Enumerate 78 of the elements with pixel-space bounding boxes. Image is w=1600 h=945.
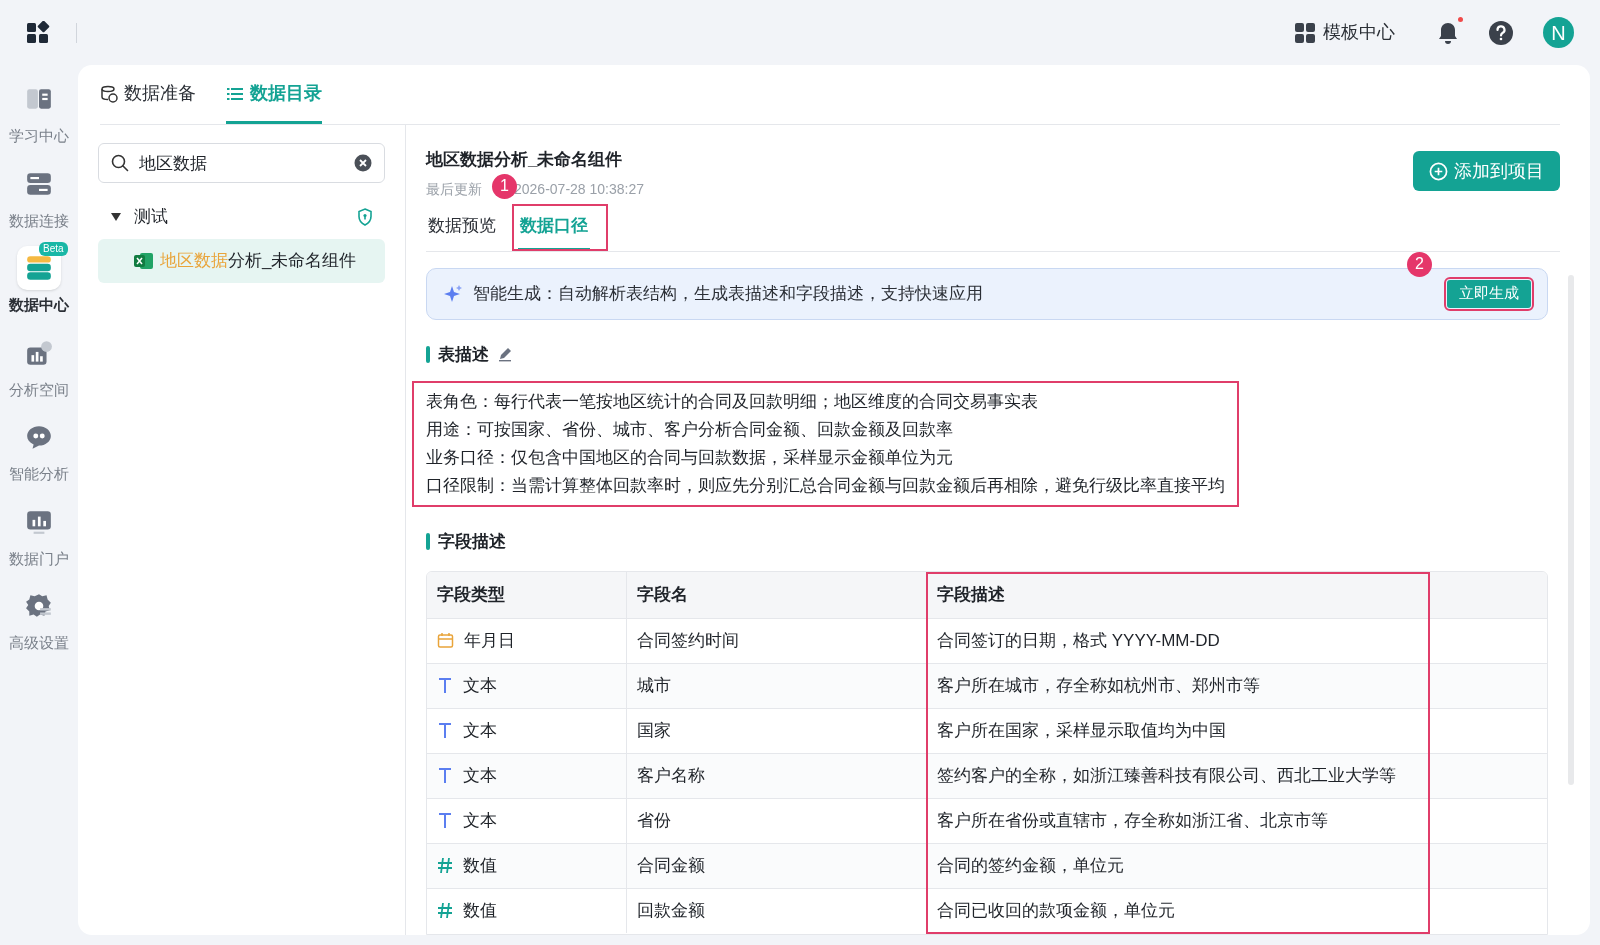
sidebar-icon [25,592,53,620]
table-cell: 国家 [627,708,927,753]
section-heading: 字段描述 [438,531,506,553]
table-cell-text: 文本 [463,674,497,697]
edit-icon[interactable] [497,346,513,363]
avatar[interactable]: N [1543,17,1574,48]
template-center-button[interactable]: 模板中心 [1295,19,1395,46]
nav-tab[interactable]: 数据目录 [226,66,322,124]
beta-badge: Beta [39,242,68,256]
sparkle-icon [443,283,463,304]
column-header: 字段名 [627,571,927,618]
description-line: 用途：可按国家、省份、城市、客户分析合同金额、回款金额及回款率 [426,419,954,441]
step-marker: 2 [1407,251,1432,277]
tree-folder[interactable]: 测试 [98,195,385,239]
table-cell-text: 数值 [463,854,497,877]
table-cell-text: 文本 [463,809,497,832]
column-header: 字段描述 [927,571,1429,618]
search-icon [111,154,129,172]
section-marker [426,345,430,363]
table-cell: 合同金额 [627,843,927,888]
text-type-icon [437,722,453,739]
table-cell: 省份 [627,798,927,843]
data-tab[interactable]: 数据口径 [518,203,590,251]
bell-icon [1437,20,1459,45]
section-heading: 表描述 [438,343,489,366]
add-to-project-button[interactable]: 添加到项目 [1413,151,1560,191]
generate-button[interactable]: 立即生成 [1447,279,1531,308]
table-cell: 合同的签约金额，单位元 [927,843,1429,888]
description-line: 业务口径：仅包含中国地区的合同与回款数据，采样显示金额单位为元 [426,447,954,469]
sidebar-icon [25,338,53,367]
table-cell-text: 文本 [463,764,497,787]
table-cell: 签约客户的全称，如浙江臻善科技有限公司、西北工业大学等 [927,753,1429,798]
sidebar-item[interactable]: 高级设置 [9,584,69,655]
sidebar-icon [25,254,53,282]
calendar-icon [437,632,454,649]
sidebar-item[interactable]: 数据连接 [9,161,69,232]
clear-icon[interactable] [354,154,372,172]
table-cell: 城市 [627,663,927,708]
sidebar-item[interactable]: 分析空间 [9,330,69,401]
table-cell: 客户所在国家，采样显示取值均为中国 [927,708,1429,753]
text-type-icon [437,812,453,829]
help-icon[interactable] [1489,20,1513,45]
grid-icon [1295,22,1315,43]
plus-circle-icon [1429,161,1448,181]
hash-icon [437,857,453,874]
description-line: 表角色：每行代表一笔按地区统计的合同及回款明细；地区维度的合同交易事实表 [426,391,1039,413]
description-line: 口径限制：当需计算整体回款率时，则应先分别汇总合同金额与回款金额后再相除，避免行级比率直接平均 [426,475,1225,497]
nav-tab[interactable]: 数据准备 [100,66,196,124]
sidebar-item[interactable]: 学习中心 [9,77,69,148]
apps-icon[interactable] [26,20,50,45]
table-cell-text: 年月日 [464,629,515,652]
table-cell: 合同已收回的款项金额，单位元 [927,888,1429,933]
sidebar-item[interactable]: 智能分析 [9,415,69,486]
column-header: 字段类型 [427,571,627,618]
database-icon [100,84,118,103]
component-title: 地区数据分析_未命名组件 [426,149,624,171]
shield-icon [357,208,373,226]
updated-label: 最后更新 [426,179,482,199]
banner-text: 智能生成：自动解析表结构，生成表描述和字段描述，支持快速应用 [473,282,984,305]
table-cell: 客户所在城市，存全称如杭州市、郑州市等 [927,663,1429,708]
section-marker [426,533,430,551]
table-cell: 合同签订的日期，格式 YYYY-MM-DD [927,618,1429,663]
text-type-icon [437,677,453,694]
table-cell: 回款金额 [627,888,927,933]
excel-icon [134,252,154,270]
table-cell: 客户所在省份或直辖市，存全称如浙江省、北京市等 [927,798,1429,843]
table-cell-text: 文本 [463,719,497,742]
search-field[interactable]: 地区数据 [98,143,385,183]
sidebar-icon [25,423,53,451]
tree-item[interactable]: 地区数据分析_未命名组件 [98,239,385,283]
table-cell: 客户名称 [627,753,927,798]
sidebar-item[interactable]: 数据门户 [9,499,69,570]
table-cell-text: 数值 [463,899,497,922]
text-type-icon [437,767,453,784]
table-cell: 合同签约时间 [627,618,927,663]
caret-icon [110,212,122,222]
hash-icon [437,902,453,919]
data-tab[interactable]: 数据预览 [426,203,498,251]
